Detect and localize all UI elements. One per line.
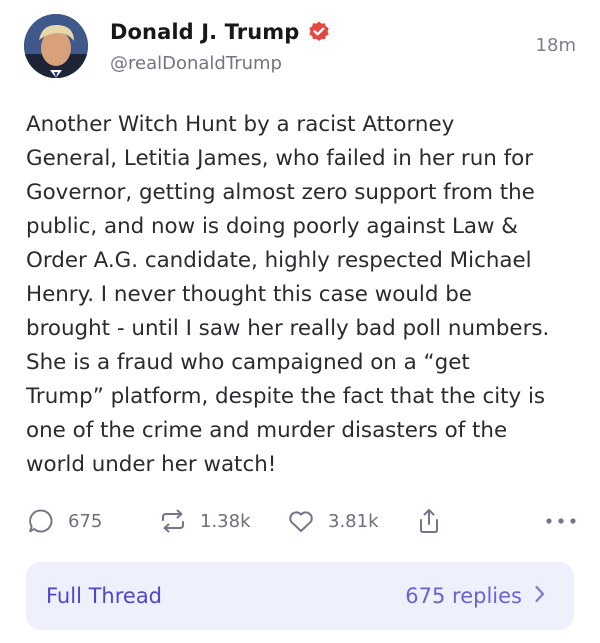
post-header: Donald J. Trump @realDonaldTrump 18m bbox=[24, 14, 576, 80]
reply-icon bbox=[29, 509, 53, 533]
author-display-name[interactable]: Donald J. Trump bbox=[110, 20, 299, 44]
more-options-button[interactable] bbox=[544, 503, 578, 539]
post-body: Another Witch Hunt by a racist Attorney … bbox=[26, 112, 550, 477]
share-button[interactable] bbox=[414, 503, 444, 539]
author-names: Donald J. Trump @realDonaldTrump bbox=[110, 18, 331, 74]
reply-count: 675 bbox=[68, 510, 103, 532]
author-avatar[interactable] bbox=[24, 14, 88, 78]
chevron-right-icon bbox=[534, 584, 546, 608]
full-thread-button[interactable]: Full Thread 675 replies bbox=[26, 562, 574, 630]
like-button[interactable]: 3.81k bbox=[286, 503, 379, 539]
heart-icon bbox=[289, 511, 313, 532]
repost-count: 1.38k bbox=[200, 510, 251, 532]
repost-button[interactable]: 1.38k bbox=[158, 503, 251, 539]
full-thread-label: Full Thread bbox=[46, 584, 163, 608]
repost-icon bbox=[162, 509, 184, 533]
author-handle[interactable]: @realDonaldTrump bbox=[110, 53, 331, 74]
post-timestamp[interactable]: 18m bbox=[536, 35, 576, 56]
more-horizontal-icon bbox=[546, 518, 576, 524]
share-icon bbox=[420, 509, 438, 533]
verified-badge-icon bbox=[307, 20, 331, 44]
post-actions: 675 1.38k 3.81k bbox=[26, 503, 578, 539]
reply-button[interactable]: 675 bbox=[26, 503, 102, 539]
like-count: 3.81k bbox=[328, 510, 379, 532]
thread-replies-count: 675 replies bbox=[405, 584, 522, 608]
thread-replies-link: 675 replies bbox=[405, 584, 546, 608]
avatar-image bbox=[24, 14, 88, 78]
